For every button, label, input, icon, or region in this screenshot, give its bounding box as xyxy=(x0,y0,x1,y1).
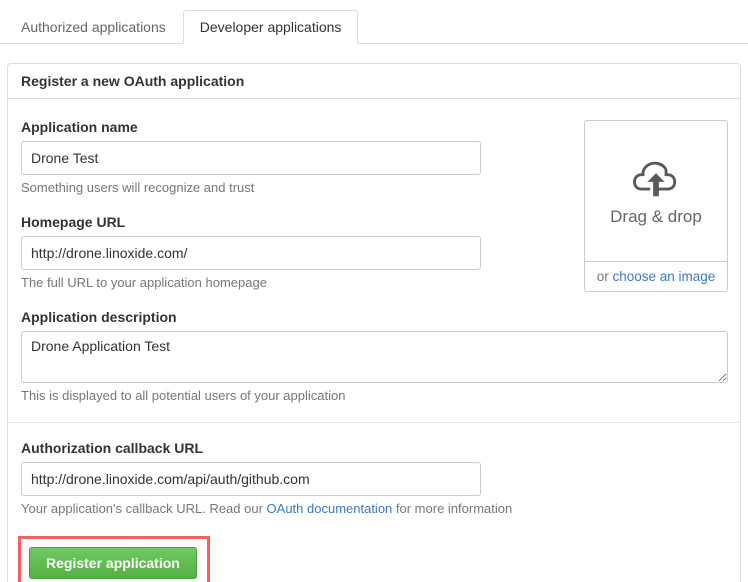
tab-bar: Authorized applications Developer applic… xyxy=(0,10,748,44)
callback-url-label: Authorization callback URL xyxy=(21,440,728,456)
choose-image-prefix: or xyxy=(597,269,613,284)
panel-body: Drag & drop or choose an image Applicati… xyxy=(8,99,740,582)
choose-an-image-link[interactable]: choose an image xyxy=(612,269,715,284)
tab-developer-applications[interactable]: Developer applications xyxy=(183,10,359,44)
drag-drop-label: Drag & drop xyxy=(610,207,702,227)
application-description-group: Application description Drone Applicatio… xyxy=(21,309,728,403)
oauth-documentation-link[interactable]: OAuth documentation xyxy=(267,501,393,516)
oauth-settings-page: Authorized applications Developer applic… xyxy=(0,0,748,582)
application-description-textarea[interactable]: Drone Application Test xyxy=(21,331,728,383)
cloud-upload-icon xyxy=(633,156,679,202)
callback-url-group: Authorization callback URL Your applicat… xyxy=(21,440,728,516)
callback-url-hint-suffix: for more information xyxy=(392,501,512,516)
application-name-input[interactable] xyxy=(21,141,481,175)
callback-url-input[interactable] xyxy=(21,462,481,496)
callback-url-hint: Your application's callback URL. Read ou… xyxy=(21,501,728,516)
application-description-label: Application description xyxy=(21,309,728,325)
tab-authorized-applications[interactable]: Authorized applications xyxy=(4,10,183,44)
image-dropzone[interactable]: Drag & drop xyxy=(585,121,727,261)
register-application-button[interactable]: Register application xyxy=(29,547,197,579)
homepage-url-input[interactable] xyxy=(21,236,481,270)
oauth-application-panel: Register a new OAuth application Drag & … xyxy=(7,63,741,582)
application-logo-upload: Drag & drop or choose an image xyxy=(584,120,728,292)
annotation-highlight-box: Register application xyxy=(18,536,210,582)
application-description-hint: This is displayed to all potential users… xyxy=(21,388,728,403)
section-divider xyxy=(8,422,740,423)
choose-image-strip: or choose an image xyxy=(585,261,727,291)
panel-title: Register a new OAuth application xyxy=(8,64,740,99)
callback-url-hint-prefix: Your application's callback URL. Read ou… xyxy=(21,501,267,516)
